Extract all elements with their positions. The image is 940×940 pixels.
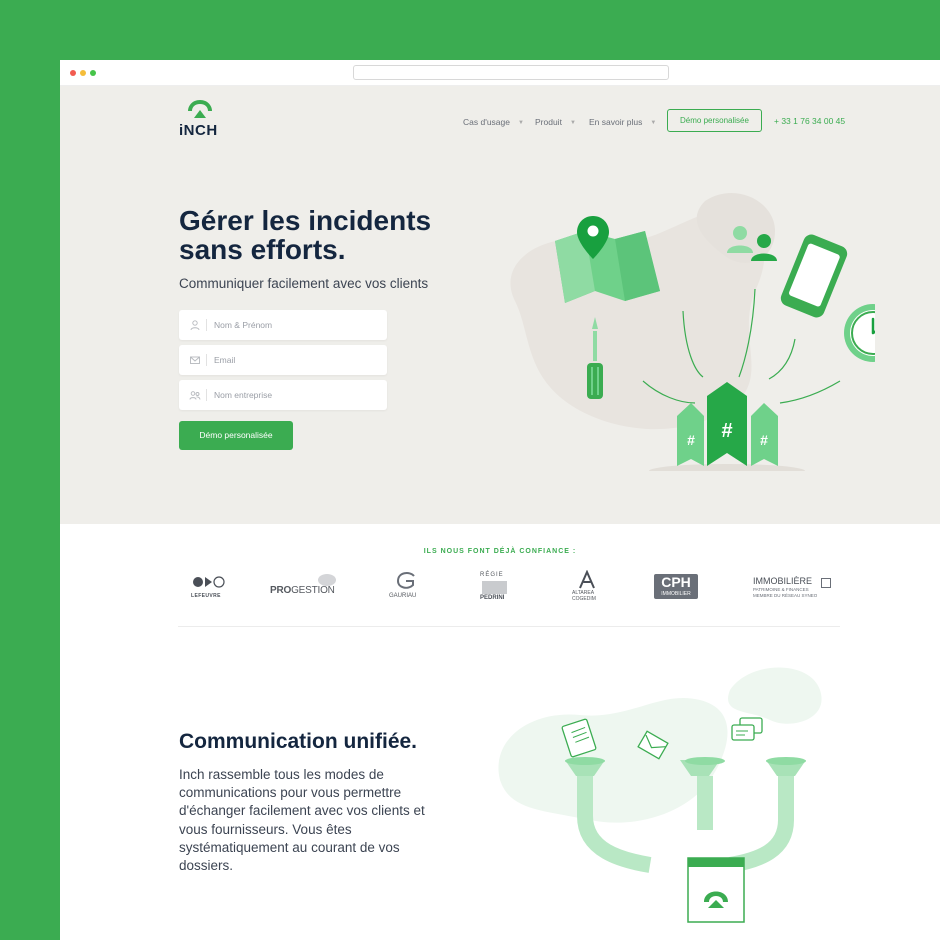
nav-item-learn-more[interactable]: En savoir plus ▼ (589, 117, 656, 127)
tag-hash-right: # (760, 432, 768, 448)
hero-title-line1: Gérer les incidents (179, 205, 432, 236)
client-logo-gauriau: GAURIAU (386, 570, 426, 610)
inch-processor-icon (687, 857, 745, 923)
chevron-down-icon: ▼ (650, 120, 657, 126)
client-logo-progestion: PROGESTION (270, 570, 340, 610)
client-logo-altarea: ALTAREA COGEDIM (570, 569, 604, 610)
hero-illustration: # # # (510, 192, 875, 471)
chevron-down-icon: ▼ (518, 120, 524, 126)
map-icon (555, 216, 660, 303)
section-title: Communication unifiée. (179, 730, 418, 753)
client-logo-label-line1: IMMOBILIÈRE (753, 576, 813, 586)
client-logos: LEFEUVRE PROGESTION GAURIAU RÉGIE PEDRIN… (178, 569, 840, 610)
client-logo-label-line3: MEMBRE DU RÉSEAU SYNEO (753, 593, 818, 598)
maximize-dot-icon[interactable] (90, 70, 96, 76)
hashtag-tag-icon: # (751, 403, 778, 466)
name-field[interactable] (179, 310, 387, 340)
envelope-icon (190, 356, 200, 364)
nav-item-label: En savoir plus (589, 117, 643, 127)
client-logo-cph: CPH IMMOBILIER (654, 570, 700, 610)
hashtag-tag-icon: # (707, 382, 747, 466)
gauriau-mark-icon (396, 572, 415, 589)
hero-section: iNCH Cas d'usage ▼ Produit ▼ En savoir plu… (60, 86, 940, 524)
client-logo-label: GAURIAU (389, 593, 417, 599)
client-logo-label: PROGESTION (270, 585, 335, 596)
name-input[interactable] (214, 316, 379, 334)
client-logo-label: LEFEUVRE (191, 593, 221, 599)
chevron-down-icon: ▼ (569, 120, 576, 126)
nav-item-use-cases[interactable]: Cas d'usage ▼ (463, 117, 524, 127)
client-logo-immobiliere: IMMOBILIÈRE PATRIMOINE & FINANCES MEMBRE… (753, 570, 837, 610)
field-separator (206, 389, 207, 401)
client-logo-label-line2: COGEDIM (572, 596, 596, 602)
submit-demo-button[interactable]: Démo personalisée (179, 421, 293, 450)
communication-illustration (498, 667, 822, 923)
browser-window: iNCH Cas d'usage ▼ Produit ▼ En savoir plu… (60, 60, 940, 940)
minimize-dot-icon[interactable] (80, 70, 86, 76)
nav-item-product[interactable]: Produit ▼ (535, 117, 576, 127)
browser-chrome (60, 60, 940, 86)
field-separator (206, 319, 207, 331)
hero-title-line2: sans efforts. (179, 234, 346, 265)
client-logo-label-line2: PEDRINI (480, 595, 505, 601)
client-logo-pedrini: RÉGIE PEDRINI (480, 570, 512, 610)
client-logo-lefeuvre: LEFEUVRE (190, 570, 230, 610)
field-separator (206, 354, 207, 366)
nav-item-label: Cas d'usage (463, 117, 510, 127)
client-logo-label-line2: PATRIMOINE & FINANCES (753, 587, 809, 592)
users-icon (189, 391, 201, 400)
email-input[interactable] (214, 351, 379, 369)
user-icon (190, 320, 200, 331)
nav-demo-button[interactable]: Démo personalisée (667, 109, 762, 132)
company-input[interactable] (214, 386, 379, 404)
trust-heading: ILS NOUS FONT DÉJÀ CONFIANCE : (423, 548, 577, 555)
funnel-right (766, 757, 806, 820)
tag-hash-center: # (721, 420, 732, 442)
client-logo-label-line1: RÉGIE (480, 572, 504, 578)
phone-link[interactable]: + 33 1 76 34 00 45 (774, 116, 845, 126)
altarea-mark-icon (579, 569, 595, 589)
close-dot-icon[interactable] (70, 70, 76, 76)
section-divider (178, 626, 840, 627)
nav-item-label: Produit (535, 117, 562, 127)
client-logo-label-line1: CPH (661, 574, 691, 590)
hashtag-tag-icon: # (677, 403, 704, 466)
chat-bubbles-icon (731, 717, 763, 741)
brand-name[interactable]: iNCH (179, 122, 218, 139)
progestion-prefix: PRO (270, 585, 292, 596)
hero-title: Gérer les incidents sans efforts. (179, 206, 469, 264)
progestion-rest: GESTION (291, 585, 335, 596)
clock-icon (844, 304, 875, 362)
email-field[interactable] (179, 345, 387, 375)
company-field[interactable] (179, 380, 387, 410)
smartphone-icon (780, 234, 848, 318)
client-logo-label-line2: IMMOBILIER (661, 591, 691, 597)
tag-hash-left: # (687, 432, 695, 448)
hero-subtitle: Communiquer facilement avec vos clients (179, 276, 429, 291)
address-bar[interactable] (353, 65, 669, 80)
section-body: Inch rassemble tous les modes de communi… (179, 767, 425, 874)
